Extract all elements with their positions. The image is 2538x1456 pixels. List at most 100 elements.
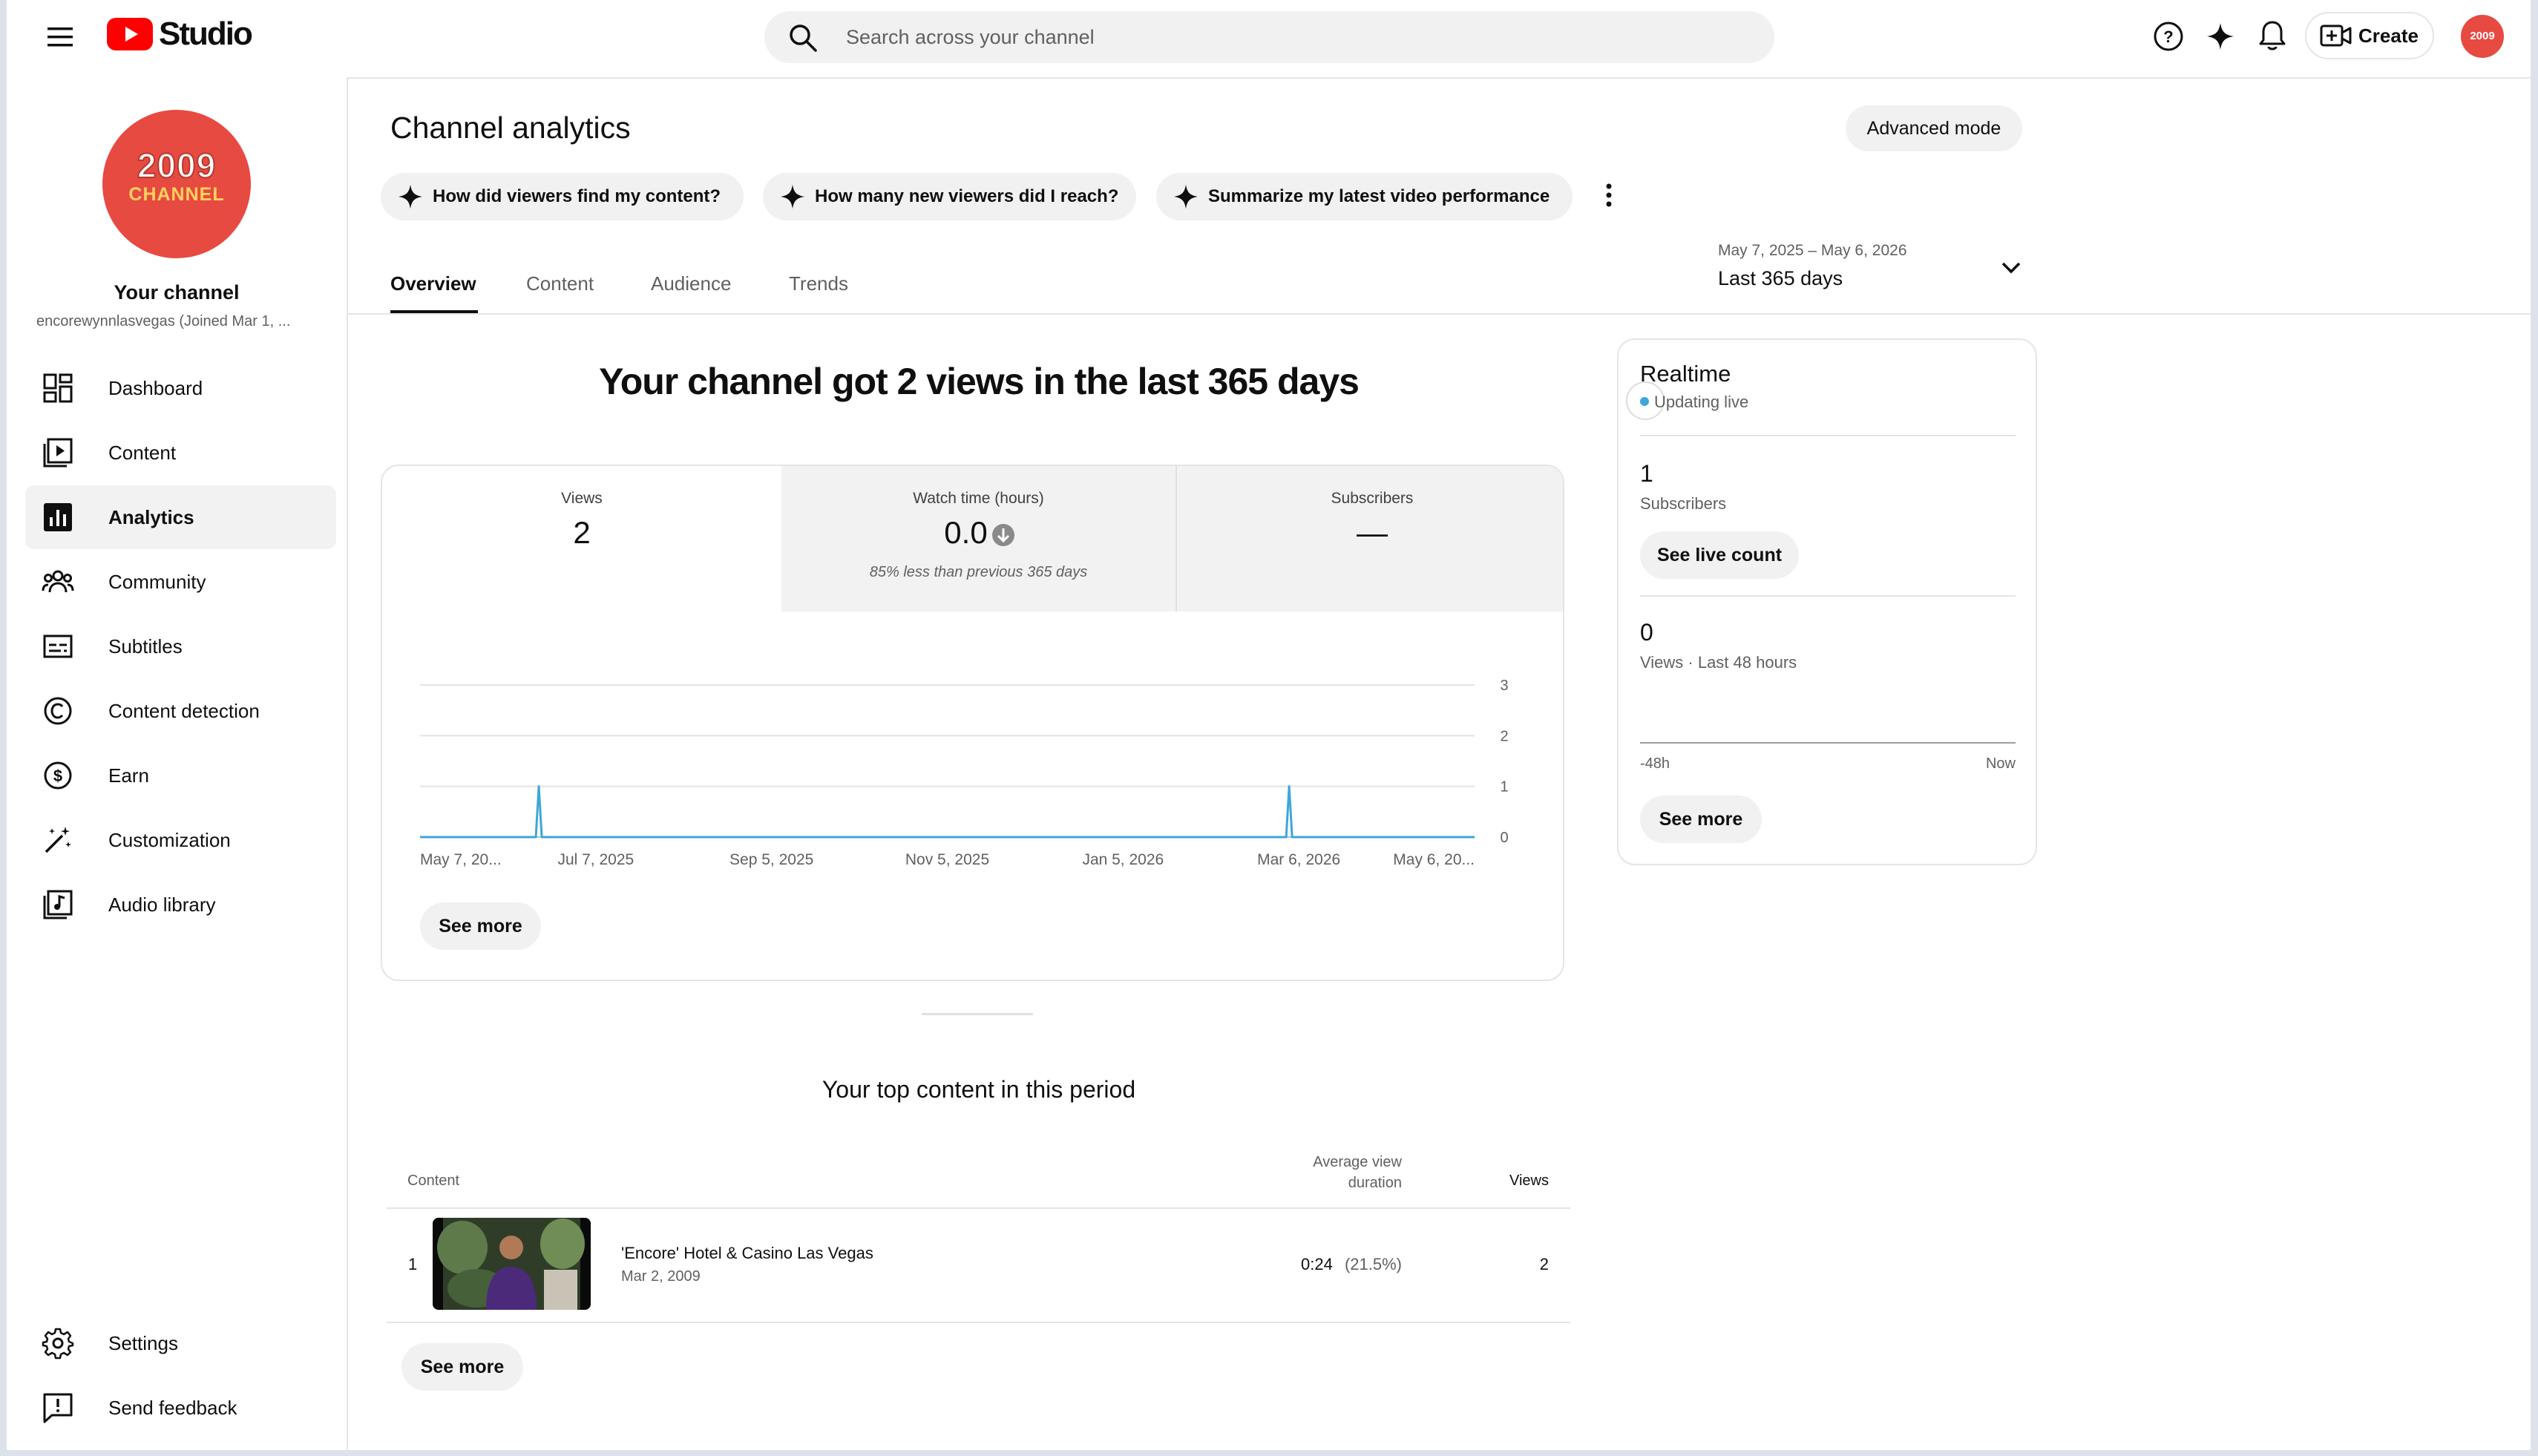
views-line-chart: 3 2 1 0 May 7, 20... Jul 7, 2025 Sep 5, 2025 No… — [420, 678, 1509, 868]
search-placeholder: Search across your channel — [846, 26, 1095, 48]
tab-content[interactable]: Content — [526, 272, 594, 295]
chevron-down-icon[interactable] — [1997, 254, 2025, 282]
copyright-icon — [44, 697, 72, 725]
page-title: Channel analytics — [390, 111, 631, 145]
create-button[interactable]: Create — [2305, 12, 2434, 59]
channel-avatar-line2: CHANNEL — [128, 184, 225, 205]
x-tick-label: May 7, 20... — [420, 851, 502, 868]
create-label: Create — [2358, 24, 2419, 47]
search-icon — [790, 24, 817, 52]
y-tick-label: 1 — [1500, 779, 1508, 796]
video-title[interactable]: 'Encore' Hotel & Casino Las Vegas — [621, 1244, 873, 1263]
column-header-avg-duration: Average view duration — [1253, 1152, 1402, 1193]
sparkle-icon[interactable] — [2202, 18, 2239, 55]
tab-overview[interactable]: Overview — [390, 272, 476, 295]
channel-title: Your channel — [114, 281, 240, 304]
realtime-divider — [1640, 595, 2016, 597]
row-views: 2 — [1539, 1255, 1549, 1273]
tab-audience[interactable]: Audience — [651, 272, 731, 295]
date-range-label: Last 365 days — [1718, 267, 1843, 289]
top-content-title: Your top content in this period — [822, 1076, 1136, 1103]
realtime-axis-end: Now — [1985, 755, 2016, 772]
top-content-see-more-button[interactable]: See more — [401, 1343, 523, 1391]
top-bar: Studio Search across your channel ? Crea… — [7, 0, 2531, 79]
notifications-bell-icon[interactable] — [2254, 16, 2291, 55]
studio-logo[interactable]: Studio — [107, 16, 255, 53]
realtime-subs-value: 1 — [1640, 460, 1653, 487]
more-options-icon[interactable] — [1594, 177, 1624, 214]
realtime-views-value: 0 — [1640, 619, 1653, 646]
studio-window: Studio Search across your channel ? Crea… — [7, 0, 2531, 1450]
x-tick-label: May 6, 20... — [1393, 851, 1475, 868]
sidebar-item-label: Community — [108, 571, 206, 593]
sidebar-item-community[interactable]: Community — [25, 550, 336, 614]
sidebar-item-label: Subtitles — [108, 635, 183, 658]
sidebar-item-earn[interactable]: $ Earn — [25, 744, 336, 807]
menu-icon[interactable] — [38, 18, 82, 56]
account-avatar[interactable]: 2009 — [2461, 15, 2504, 58]
realtime-subs-label: Subscribers — [1640, 494, 1727, 513]
avg-duration-value: 0:24 — [1301, 1255, 1333, 1273]
sidebar-item-customization[interactable]: Customization — [25, 808, 336, 872]
feedback-icon — [43, 1393, 73, 1423]
channel-avatar[interactable]: 2009 CHANNEL — [102, 110, 251, 258]
column-header-avg-line1: Average view — [1313, 1154, 1402, 1170]
create-video-icon — [2320, 24, 2352, 47]
analytics-icon — [44, 503, 72, 531]
community-icon — [42, 570, 74, 593]
magic-wand-icon — [45, 827, 71, 853]
table-row-divider — [387, 1322, 1570, 1323]
suggestion-chip-viewers-find[interactable]: How did viewers find my content? — [381, 173, 744, 220]
y-tick-label: 2 — [1500, 728, 1508, 744]
x-tick-label: Jan 5, 2026 — [1082, 851, 1164, 868]
video-thumbnail[interactable] — [433, 1218, 591, 1310]
sidebar-item-analytics[interactable]: Analytics — [25, 485, 336, 549]
tab-trends[interactable]: Trends — [789, 272, 848, 295]
views-series-line — [420, 785, 1475, 839]
audio-library-icon — [43, 890, 73, 919]
sidebar-item-content-detection[interactable]: Content detection — [25, 679, 336, 743]
sidebar: 2009 CHANNEL Your channel encorewynnlasv… — [7, 77, 348, 1450]
sidebar-item-label: Customization — [108, 829, 231, 851]
advanced-mode-button[interactable]: Advanced mode — [1846, 105, 2022, 151]
x-tick-label: Jul 7, 2025 — [557, 851, 634, 868]
gear-icon — [42, 1328, 74, 1360]
metrics-card: Views 2 Watch time (hours) 0.0 85% less … — [381, 465, 1564, 981]
chip-label: Summarize my latest video performance — [1208, 186, 1550, 206]
suggestion-chip-new-viewers[interactable]: How many new viewers did I reach? — [763, 173, 1136, 220]
sparkle-icon — [398, 184, 423, 209]
x-tick-label: Sep 5, 2025 — [729, 851, 813, 868]
svg-text:?: ? — [2163, 27, 2173, 46]
help-icon[interactable]: ? — [2150, 18, 2187, 55]
sidebar-item-label: Content — [108, 442, 177, 464]
sidebar-item-audio-library[interactable]: Audio library — [25, 873, 336, 937]
realtime-views-label: Views · Last 48 hours — [1640, 653, 1797, 672]
see-more-button[interactable]: See more — [420, 902, 541, 950]
sidebar-item-label: Dashboard — [108, 377, 203, 399]
x-tick-label: Nov 5, 2025 — [905, 851, 989, 868]
realtime-card: Realtime Updating live 1 Subscribers See… — [1617, 338, 2037, 865]
sidebar-item-settings[interactable]: Settings — [25, 1311, 336, 1375]
sidebar-item-label: Earn — [108, 764, 149, 787]
see-live-count-button[interactable]: See live count — [1640, 531, 1799, 579]
svg-text:$: $ — [53, 767, 62, 785]
live-dot — [1640, 397, 1649, 406]
search-bar[interactable]: Search across your channel — [764, 11, 1774, 63]
sparkle-icon — [1173, 184, 1198, 209]
video-date: Mar 2, 2009 — [621, 1268, 701, 1285]
realtime-status: Updating live — [1654, 393, 1749, 411]
y-tick-label: 0 — [1500, 830, 1508, 846]
realtime-see-more-button[interactable]: See more — [1640, 796, 1762, 843]
avg-view-duration: 0:24 (21.5%) — [1194, 1255, 1402, 1274]
sidebar-item-subtitles[interactable]: Subtitles — [25, 614, 336, 678]
dashboard-icon — [43, 373, 73, 403]
realtime-axis-start: -48h — [1640, 755, 1670, 772]
sidebar-item-dashboard[interactable]: Dashboard — [25, 356, 336, 420]
suggestion-chip-summarize[interactable]: Summarize my latest video performance — [1156, 173, 1573, 220]
sidebar-item-label: Analytics — [108, 506, 194, 528]
account-avatar-text: 2009 — [2470, 30, 2495, 42]
chip-label: How did viewers find my content? — [433, 186, 721, 206]
sidebar-item-content[interactable]: Content — [25, 421, 336, 485]
sidebar-item-send-feedback[interactable]: Send feedback — [25, 1376, 336, 1440]
dollar-icon: $ — [44, 761, 72, 790]
